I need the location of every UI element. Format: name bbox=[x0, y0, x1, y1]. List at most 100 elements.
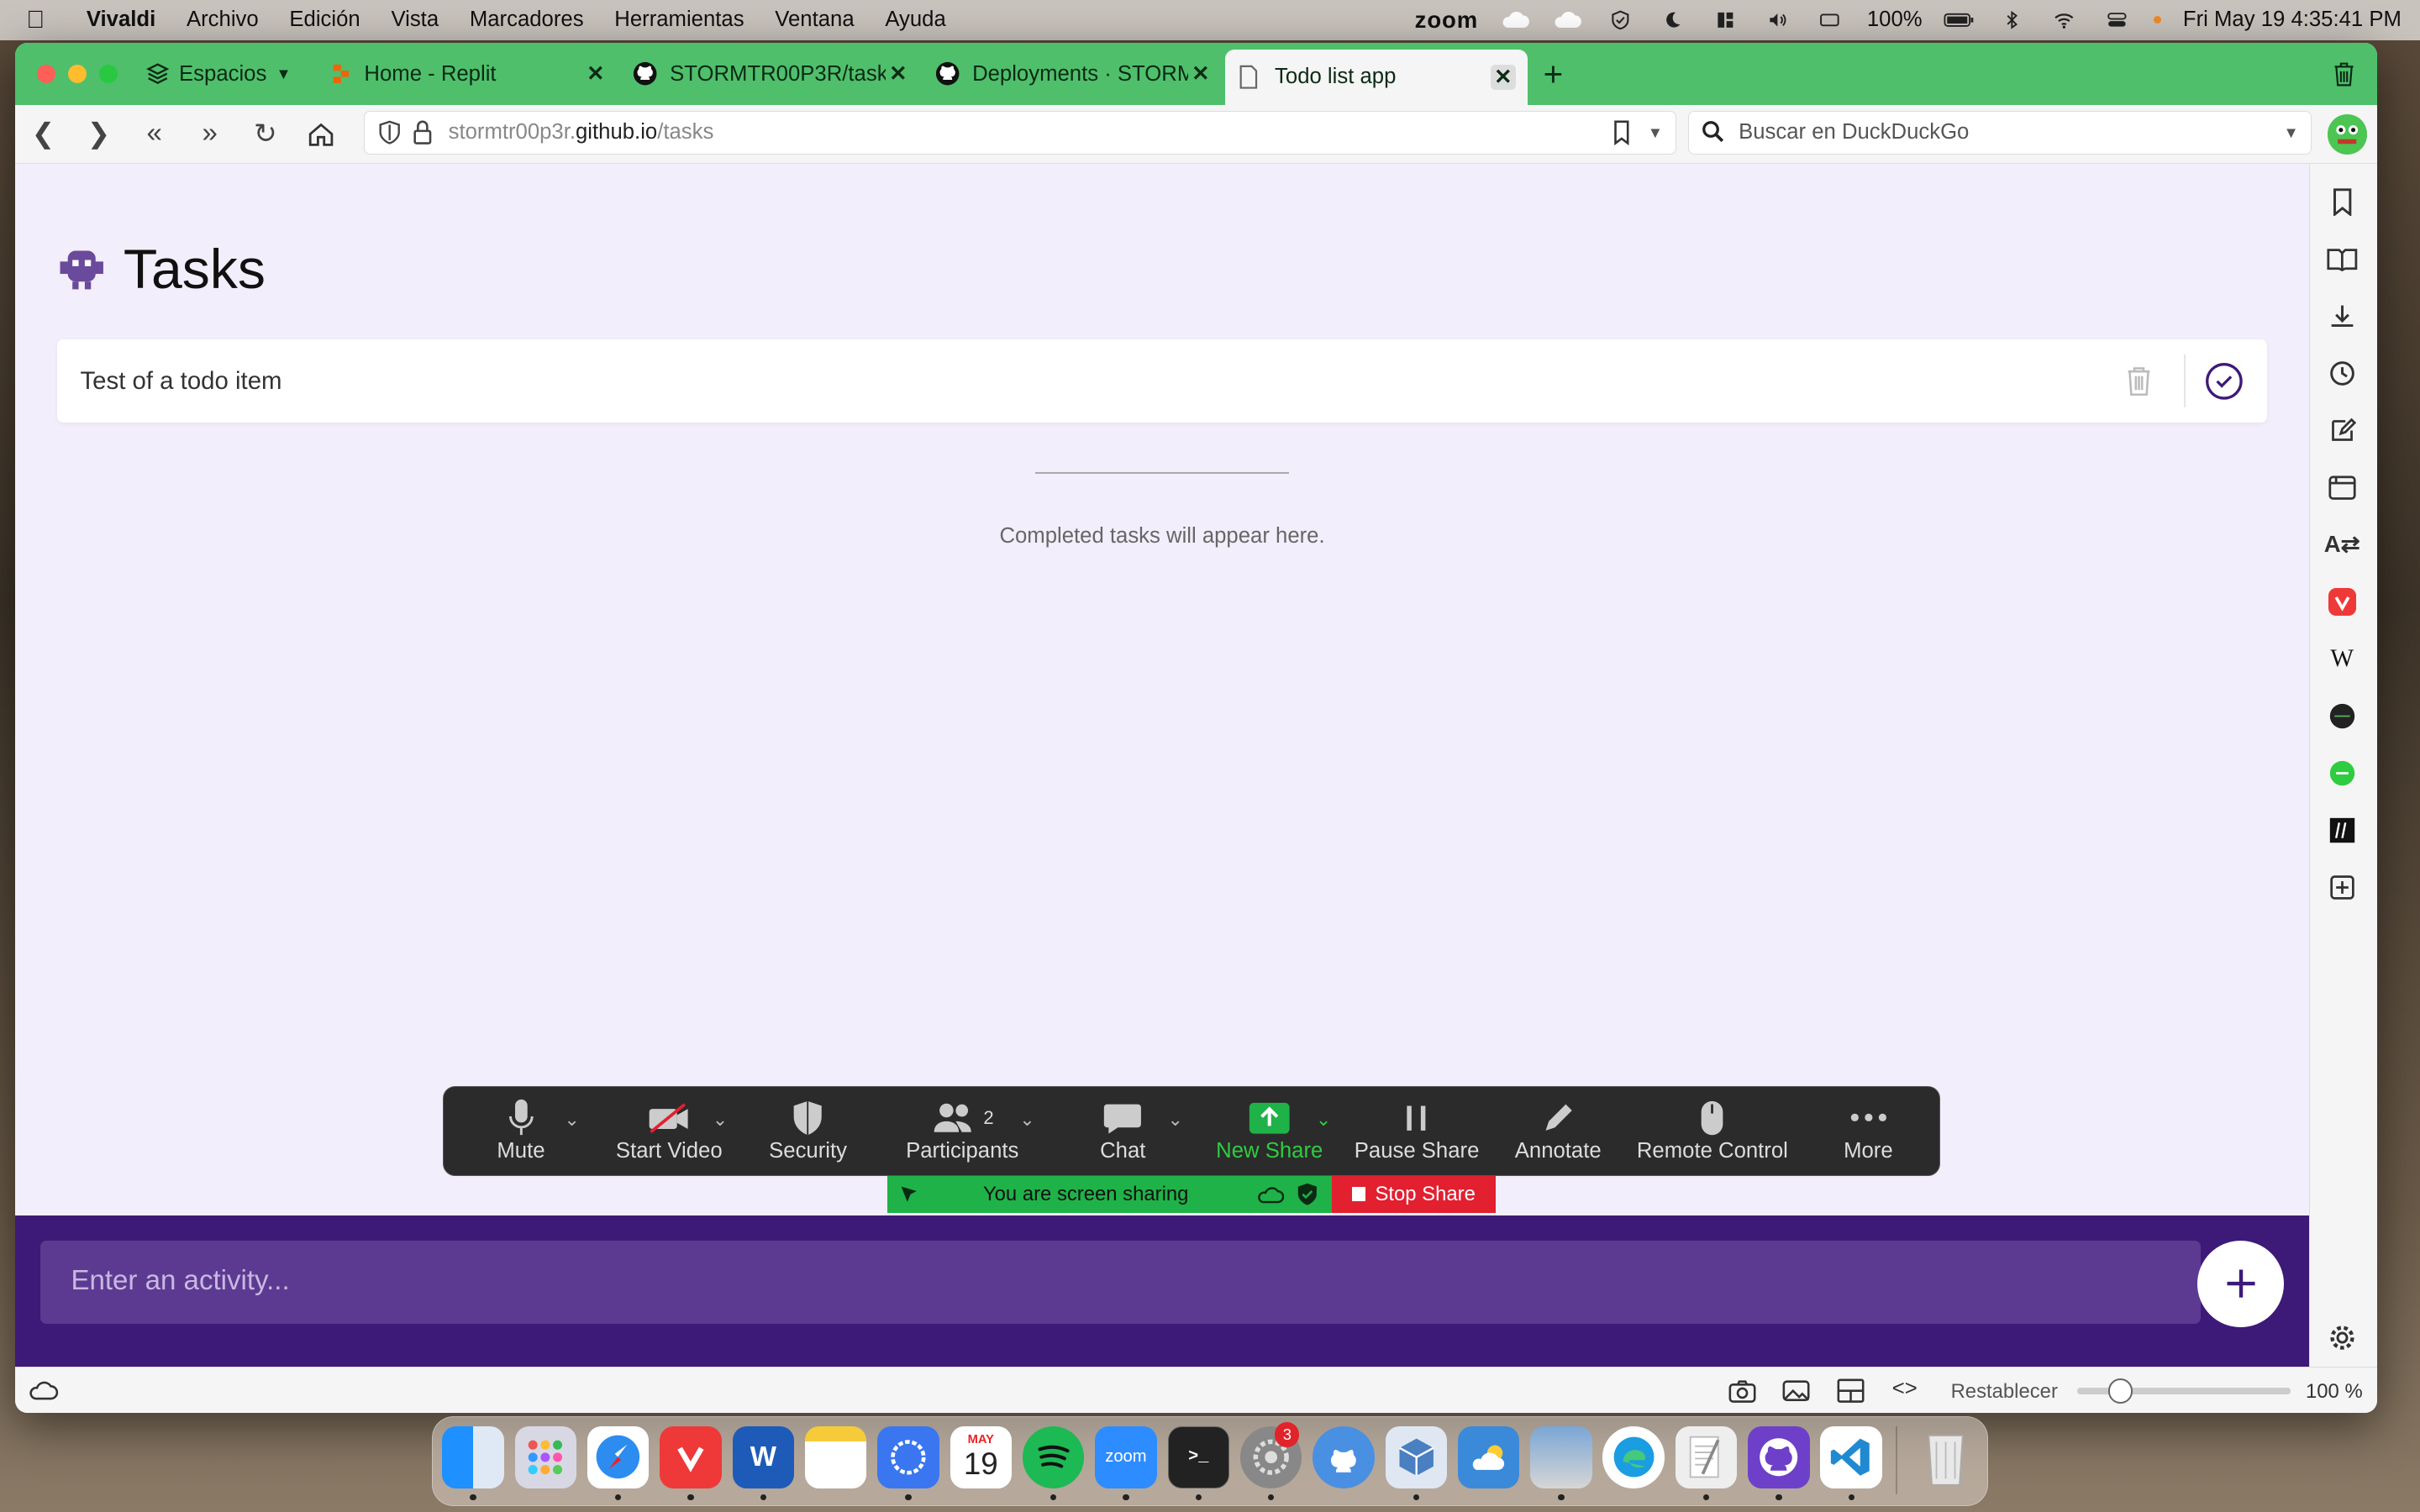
bookmarks-panel-icon[interactable] bbox=[2325, 185, 2359, 218]
layout-icon[interactable] bbox=[1710, 9, 1741, 31]
clock[interactable]: Fri May 19 4:35:41 PM bbox=[2183, 8, 2402, 32]
vscode-icon[interactable] bbox=[1820, 1426, 1882, 1488]
reading-list-icon[interactable] bbox=[2325, 242, 2359, 276]
bluetooth-icon[interactable] bbox=[1996, 9, 2028, 31]
spotify-icon[interactable] bbox=[1022, 1426, 1085, 1488]
minimize-window-button[interactable] bbox=[67, 65, 87, 84]
chevron-up-icon[interactable]: ⌄ bbox=[1316, 1109, 1331, 1131]
chevron-up-icon[interactable]: ⌄ bbox=[713, 1109, 728, 1131]
zoom-status-label[interactable]: zoom bbox=[1415, 7, 1479, 34]
notes-app-icon[interactable] bbox=[804, 1426, 867, 1488]
battery-icon[interactable] bbox=[1944, 9, 1975, 31]
cloud-icon[interactable] bbox=[1552, 9, 1583, 31]
url-field[interactable]: stormtr00p3r. github.io/tasks ▼ bbox=[364, 111, 1676, 155]
history-icon[interactable] bbox=[2325, 356, 2359, 390]
zoom-slider[interactable] bbox=[2077, 1378, 2291, 1404]
window-panel-icon[interactable] bbox=[2325, 470, 2359, 504]
complete-check-icon[interactable] bbox=[2204, 361, 2244, 402]
shield-check-icon[interactable] bbox=[1605, 9, 1636, 31]
zoom-slider-handle[interactable] bbox=[2107, 1378, 2133, 1404]
tab-replit[interactable]: Home - Replit ✕ bbox=[318, 50, 620, 99]
web-panel-icon[interactable] bbox=[2325, 813, 2359, 847]
tab-todo-list[interactable]: Todo list app ✕ bbox=[1225, 49, 1528, 105]
safari-icon[interactable] bbox=[587, 1426, 650, 1488]
github-desktop-icon[interactable] bbox=[1313, 1426, 1375, 1488]
spaces-menu[interactable]: Espacios ▼ bbox=[145, 61, 318, 86]
menu-item-edicion[interactable]: Edición bbox=[274, 8, 376, 32]
pause-share-button[interactable]: Pause Share bbox=[1355, 1096, 1479, 1163]
word-icon[interactable]: W bbox=[732, 1426, 795, 1488]
reload-button[interactable]: ↻ bbox=[238, 117, 293, 150]
control-center-icon[interactable] bbox=[2102, 9, 2133, 31]
rewind-button[interactable]: « bbox=[127, 118, 182, 150]
calendar-icon[interactable]: MAY 19 bbox=[950, 1426, 1012, 1488]
translate-icon[interactable]: A⇄ bbox=[2324, 528, 2360, 561]
add-activity-button[interactable] bbox=[2197, 1240, 2285, 1327]
wikipedia-icon[interactable]: W bbox=[2325, 642, 2359, 675]
vivaldi-icon[interactable] bbox=[2325, 585, 2359, 618]
notes-icon[interactable] bbox=[2325, 413, 2359, 447]
add-panel-icon[interactable] bbox=[2325, 870, 2359, 904]
tile-icon[interactable] bbox=[1837, 1378, 1865, 1403]
zoom-reset-label[interactable]: Restablecer bbox=[1951, 1380, 2058, 1404]
maximize-window-button[interactable] bbox=[98, 65, 118, 84]
chevron-down-icon[interactable]: ▼ bbox=[1648, 123, 1663, 142]
delete-trash-icon[interactable] bbox=[2125, 364, 2153, 397]
fast-forward-button[interactable]: » bbox=[182, 118, 238, 150]
preview-icon[interactable] bbox=[1530, 1426, 1592, 1488]
bookmark-icon[interactable] bbox=[1611, 120, 1633, 145]
cloud-sync-icon[interactable] bbox=[28, 1380, 59, 1402]
stop-share-button[interactable]: Stop Share bbox=[1332, 1175, 1496, 1213]
image-icon[interactable] bbox=[1782, 1378, 1810, 1403]
participants-button[interactable]: 2 Participants bbox=[901, 1096, 1024, 1163]
textedit-icon[interactable] bbox=[1675, 1426, 1738, 1488]
menu-item-ventana[interactable]: Ventana bbox=[760, 8, 870, 32]
mute-button[interactable]: Mute bbox=[475, 1096, 567, 1163]
new-share-button[interactable]: New Share bbox=[1213, 1096, 1327, 1163]
chevron-down-icon[interactable]: ▼ bbox=[2283, 123, 2298, 142]
vivaldi-dock-icon[interactable] bbox=[660, 1426, 722, 1488]
forward-button[interactable]: ❯ bbox=[71, 117, 126, 150]
cloud-icon[interactable] bbox=[1500, 9, 1531, 31]
close-icon[interactable]: ✕ bbox=[1188, 61, 1213, 86]
remote-control-button[interactable]: Remote Control bbox=[1635, 1096, 1790, 1163]
settings-gear-icon[interactable] bbox=[2325, 1320, 2359, 1354]
code-icon[interactable]: <> bbox=[1892, 1377, 1918, 1401]
close-icon[interactable]: ✕ bbox=[886, 61, 910, 86]
signal-icon[interactable] bbox=[877, 1426, 939, 1488]
apple-icon[interactable]:  bbox=[0, 6, 71, 34]
home-button[interactable] bbox=[293, 120, 349, 148]
virtualbox-icon[interactable] bbox=[1385, 1426, 1447, 1488]
moon-icon[interactable] bbox=[1657, 9, 1688, 31]
volume-icon[interactable] bbox=[1762, 9, 1793, 31]
chevron-up-icon[interactable]: ⌄ bbox=[1019, 1109, 1034, 1131]
tab-deployments[interactable]: Deployments · STORMTR00P3R ✕ bbox=[923, 50, 1225, 99]
close-icon[interactable]: ✕ bbox=[583, 61, 608, 86]
web-panel-icon[interactable] bbox=[2325, 699, 2359, 732]
search-field[interactable]: Buscar en DuckDuckGo ▼ bbox=[1688, 111, 2312, 155]
zoom-app-icon[interactable]: zoom bbox=[1095, 1426, 1157, 1488]
profile-avatar[interactable] bbox=[2327, 113, 2368, 155]
chevron-up-icon[interactable]: ⌄ bbox=[564, 1109, 579, 1131]
close-icon[interactable]: ✕ bbox=[1491, 65, 1516, 90]
drag-handle-icon[interactable] bbox=[897, 1182, 921, 1206]
tab-github-tasks[interactable]: STORMTR00P3R/tasks ✕ bbox=[620, 50, 923, 99]
menu-item-herramientas[interactable]: Herramientas bbox=[599, 8, 760, 32]
menu-item-marcadores[interactable]: Marcadores bbox=[454, 8, 598, 32]
edge-icon[interactable] bbox=[1602, 1426, 1665, 1488]
security-button[interactable]: Security bbox=[761, 1096, 854, 1163]
menu-item-archivo[interactable]: Archivo bbox=[171, 8, 274, 32]
downloads-icon[interactable] bbox=[2325, 299, 2359, 333]
camera-icon[interactable] bbox=[1728, 1378, 1756, 1403]
web-panel-icon[interactable] bbox=[2325, 756, 2359, 790]
trash-bin-icon[interactable] bbox=[1914, 1426, 1975, 1488]
weather-icon[interactable] bbox=[1457, 1426, 1520, 1488]
keyboard-icon[interactable] bbox=[1814, 9, 1845, 31]
activity-input[interactable]: Enter an activity... bbox=[39, 1240, 2202, 1324]
launchpad-icon[interactable] bbox=[514, 1426, 577, 1488]
chat-button[interactable]: Chat bbox=[1076, 1096, 1169, 1163]
annotate-button[interactable]: Annotate bbox=[1508, 1096, 1607, 1163]
new-tab-button[interactable]: + bbox=[1528, 55, 1578, 94]
back-button[interactable]: ❮ bbox=[15, 117, 71, 150]
chevron-up-icon[interactable]: ⌄ bbox=[1168, 1109, 1183, 1131]
